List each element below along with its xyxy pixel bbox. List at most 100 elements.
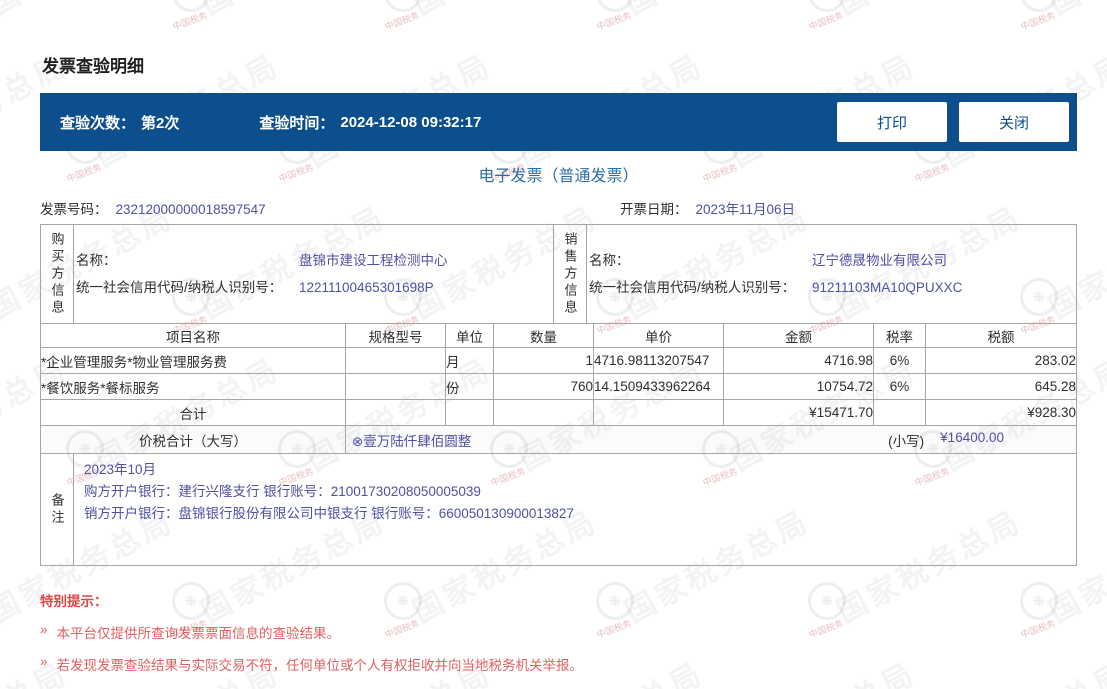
header-tax-rate: 税率 [873,323,926,348]
tax-emblem-icon: ❋中国税务 [1020,0,1064,32]
item-spec-cell [345,347,446,374]
verify-bar: 查验次数： 第2次 查验时间： 2024-12-08 09:32:17 打印 关… [40,93,1077,151]
seller-name-value: 辽宁德晟物业有限公司 [812,253,947,268]
invoice-number: 发票号码： 23212000000018597547 [40,196,1077,224]
verify-time: 查验时间： 2024-12-08 09:32:17 [259,112,481,133]
amount-small-value: ¥16400.00 [940,429,1004,445]
tax-emblem-icon: ❋中国税务 [0,0,4,30]
header-unit: 单位 [445,323,494,348]
invoice-meta-row: 发票号码： 23212000000018597547 开票日期： 2023年11… [40,196,1077,224]
items-total-unit-cell [445,399,494,426]
buyer-info-cell: 名称： 盘锦市建设工程检测中心 统一社会信用代码/纳税人识别号： 1221110… [73,224,554,324]
print-button[interactable]: 打印 [837,102,947,142]
close-button[interactable]: 关闭 [959,102,1069,142]
watermark-text: 国家税务总局 [404,0,605,23]
watermark-text: 国家税务总局 [0,0,180,23]
items-total-tax-rate-cell [873,399,926,426]
item-tax-cell: 645.28 [925,373,1077,400]
header-price: 单价 [593,323,724,348]
page-title: 发票查验明细 [42,57,144,76]
item-name-cell: *餐饮服务*餐标服务 [40,373,346,400]
invoice-date: 开票日期： 2023年11月06日 [620,196,795,224]
notice-item: » 若发现发票查验结果与实际交易不符，任何单位或个人有权拒收并向当地税务机关举报… [40,654,1077,674]
seller-name-row: 名称： 辽宁德晟物业有限公司 [589,247,1076,274]
item-unit-cell: 月 [445,347,494,374]
remarks-table: 备注 2023年10月 购方开户银行：建行兴隆支行 银行账号：210017302… [40,453,1077,566]
verify-count-value: 第2次 [141,114,180,132]
seller-taxid-row: 统一社会信用代码/纳税人识别号： 91211103MA10QPUXXC [589,274,1076,301]
remark-line: 销方开户银行：盘锦银行股份有限公司中银支行 银行账号：6600501309000… [84,506,574,521]
tax-emblem-icon: ❋中国税务 [808,0,852,32]
buyer-name-label: 名称： [76,253,117,268]
amount-words-table: 价税合计（大写） ⊗壹万陆仟肆佰圆整 (小写) ¥16400.00 [40,425,1077,454]
notice-item-text: 本平台仅提供所查询发票票面信息的查验结果。 [56,626,341,641]
item-price-cell: 4716.98113207547 [593,347,724,374]
invoice-number-label: 发票号码： [40,202,108,217]
verify-count-label: 查验次数： [60,114,136,132]
items-total-spec-cell [345,399,446,426]
remarks-section-label: 备注 [40,453,74,566]
watermark-text: 国家税务总局 [1040,0,1107,23]
watermark-text: 国家税务总局 [192,0,393,23]
item-tax-rate-cell: 6% [873,347,926,374]
header-item-name: 项目名称 [40,323,346,348]
watermark-tile: ❋中国税务国家税务总局 [1020,0,1107,60]
notice-bullet-icon: » [40,654,48,669]
items-total-row: 合计 ¥15471.70 ¥928.30 [40,399,1077,426]
watermark-text: 国家税务总局 [616,0,817,23]
special-notice: 特别提示： » 本平台仅提供所查询发票票面信息的查验结果。 » 若发现发票查验结… [40,590,1077,674]
item-amount-cell: 10754.72 [723,373,874,400]
items-total-price-cell [593,399,724,426]
item-name-cell: *企业管理服务*物业管理服务费 [40,347,346,374]
item-qty-cell: 1 [493,347,594,374]
watermark-tile: ❋中国税务国家税务总局 [172,0,392,60]
item-spec-cell [345,373,446,400]
buyer-taxid-value: 12211100465301698P [299,280,434,295]
watermark-tile: ❋中国税务国家税务总局 [0,0,180,60]
item-row: *企业管理服务*物业管理服务费 月 1 4716.98113207547 471… [40,347,1077,374]
notice-item-text: 若发现发票查验结果与实际交易不符，任何单位或个人有权拒收并向当地税务机关举报。 [56,658,584,673]
seller-name-label: 名称： [589,253,630,268]
tax-emblem-icon: ❋中国税务 [596,0,640,32]
items-header-row: 项目名称 规格型号 单位 数量 单价 金额 税率 税额 [40,323,1077,348]
watermark-tile: ❋中国税务国家税务总局 [596,0,816,60]
amount-words-label: 价税合计（大写） [40,425,346,454]
buyer-name-row: 名称： 盘锦市建设工程检测中心 [76,247,553,274]
buyer-section-label: 购买方信息 [40,224,74,324]
amount-small-label: (小写) [888,433,925,449]
item-tax-cell: 283.02 [925,347,1077,374]
verify-time-value: 2024-12-08 09:32:17 [340,113,482,131]
invoice-date-value: 2023年11月06日 [695,202,796,217]
items-total-qty-cell [493,399,594,426]
header-amount: 金额 [723,323,874,348]
remarks-content: 2023年10月 购方开户银行：建行兴隆支行 银行账号：210017302080… [73,453,1077,566]
notice-title: 特别提示： [40,594,108,609]
tax-emblem-icon: ❋中国税务 [172,0,216,32]
items-total-label: 合计 [40,399,346,426]
amount-words-cell: ⊗壹万陆仟肆佰圆整 (小写) ¥16400.00 [345,425,1077,454]
watermark-tile: ❋中国税务国家税务总局 [808,0,1028,60]
seller-info-cell: 名称： 辽宁德晟物业有限公司 统一社会信用代码/纳税人识别号： 91211103… [586,224,1077,324]
watermark-text: 国家税务总局 [828,0,1029,23]
seller-taxid-value: 91211103MA10QPUXXC [812,280,963,295]
buyer-taxid-label: 统一社会信用代码/纳税人识别号： [76,280,283,295]
invoice-verification-page: 发票查验明细 查验次数： 第2次 查验时间： 2024-12-08 09:32:… [40,52,1077,674]
item-price-cell: 14.1509433962264 [593,373,724,400]
item-row: *餐饮服务*餐标服务 份 760 14.1509433962264 10754.… [40,373,1077,400]
remark-line: 2023年10月 [84,462,157,477]
invoice-type-title: 电子发票（普通发票） [478,168,639,185]
buyer-taxid-row: 统一社会信用代码/纳税人识别号： 12211100465301698P [76,274,553,301]
item-tax-rate-cell: 6% [873,373,926,400]
tax-emblem-icon: ❋中国税务 [0,278,4,334]
remark-line: 购方开户银行：建行兴隆支行 银行账号：21001730208050005039 [84,484,481,499]
header-tax: 税额 [925,323,1077,348]
items-total-amount-value: ¥15471.70 [723,399,874,426]
items-total-tax-value: ¥928.30 [925,399,1077,426]
seller-section-label: 销售方信息 [553,224,587,324]
parties-table: 购买方信息 名称： 盘锦市建设工程检测中心 统一社会信用代码/纳税人识别号： 1… [40,224,1077,324]
item-qty-cell: 760 [493,373,594,400]
invoice-date-label: 开票日期： [620,202,688,217]
item-unit-cell: 份 [445,373,494,400]
watermark-tile: ❋中国税务国家税务总局 [384,0,604,60]
verify-time-label: 查验时间： [259,114,335,132]
